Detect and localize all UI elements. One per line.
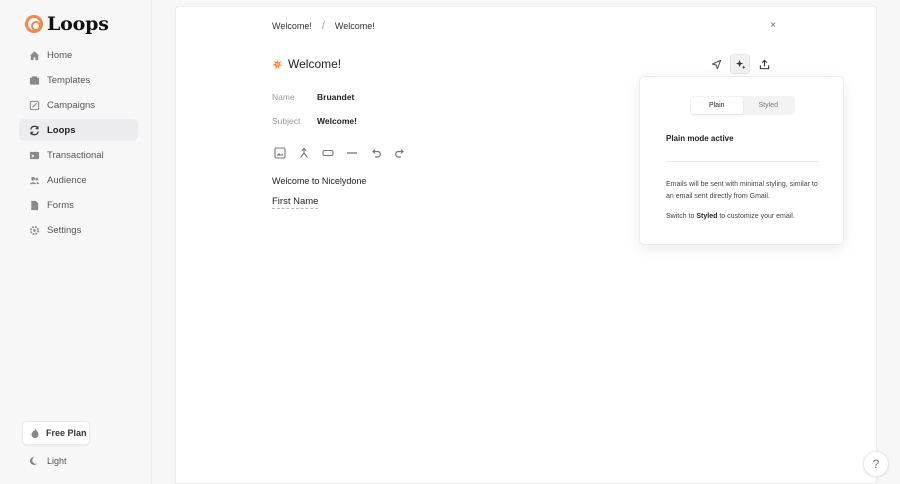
subject-value[interactable]: Welcome! — [317, 116, 357, 126]
free-plan-button[interactable]: Free Plan — [22, 421, 90, 445]
sidebar-item-label: Transactional — [47, 149, 104, 161]
templates-icon — [28, 74, 40, 86]
sidebar-item-settings[interactable]: Settings — [19, 219, 138, 241]
name-value[interactable]: Bruandet — [317, 92, 354, 102]
forms-icon — [28, 199, 40, 211]
sidebar-item-label: Forms — [47, 199, 74, 211]
image-icon[interactable] — [274, 147, 286, 159]
email-body-heading[interactable]: Welcome to Nicelydone — [272, 176, 366, 186]
email-body-merge-field[interactable]: First Name — [272, 196, 319, 209]
popover-description: Emails will be sent with minimal styling… — [666, 181, 818, 200]
close-button[interactable]: × — [767, 19, 779, 31]
style-mode-toggle: Plain Styled — [690, 96, 795, 115]
style-icon[interactable] — [730, 54, 750, 74]
loops-logo-icon — [25, 15, 43, 33]
sidebar-item-label: Loops — [47, 124, 76, 136]
style-mode-popover: Plain Styled Plain mode active Emails wi… — [639, 76, 844, 245]
transactional-icon — [28, 149, 40, 161]
switch-prefix: Switch to — [666, 213, 695, 220]
redo-icon[interactable] — [394, 147, 406, 159]
campaigns-icon — [28, 99, 40, 111]
sidebar-item-forms[interactable]: Forms — [19, 194, 138, 216]
sidebar-item-templates[interactable]: Templates — [19, 69, 138, 91]
subject-label: Subject — [272, 116, 301, 126]
sidebar-item-campaigns[interactable]: Campaigns — [19, 94, 138, 116]
sidebar-item-loops[interactable]: Loops — [19, 119, 138, 141]
tab-plain[interactable]: Plain — [691, 97, 743, 114]
undo-icon[interactable] — [370, 147, 382, 159]
popover-divider — [666, 161, 818, 162]
popover-switch-hint: Switch to Styled to customize your email… — [666, 213, 795, 220]
merge-tag-icon[interactable] — [298, 147, 310, 159]
sidebar-item-home[interactable]: Home — [19, 44, 138, 66]
popover-title: Plain mode active — [666, 134, 734, 143]
brand-name: Loops — [47, 13, 109, 35]
divider-icon[interactable] — [346, 147, 358, 159]
email-title-text[interactable]: Welcome! — [288, 57, 341, 71]
breadcrumb-email[interactable]: Welcome! — [335, 21, 375, 31]
sidebar-item-label: Home — [47, 49, 73, 61]
email-title: Welcome! — [272, 57, 341, 71]
editor-actions — [706, 54, 774, 74]
sidebar-item-audience[interactable]: Audience — [19, 169, 138, 191]
loops-icon — [28, 124, 40, 136]
sidebar-nav: Home Templates Campaigns Loops Transacti… — [19, 44, 138, 244]
switch-styled-link[interactable]: Styled — [696, 213, 717, 220]
theme-label: Light — [47, 456, 67, 466]
tab-styled[interactable]: Styled — [743, 97, 795, 114]
sidebar-item-label: Settings — [47, 224, 82, 236]
send-icon[interactable] — [706, 54, 726, 74]
switch-suffix: to customize your email. — [719, 213, 795, 220]
free-plan-label: Free Plan — [46, 428, 87, 438]
export-icon[interactable] — [754, 54, 774, 74]
sidebar-item-label: Campaigns — [47, 99, 96, 111]
sidebar: Loops Home Templates Campaigns Loops Tra… — [0, 0, 152, 484]
sidebar-item-transactional[interactable]: Transactional — [19, 144, 138, 166]
name-label: Name — [272, 92, 295, 102]
breadcrumb-separator: / — [321, 20, 325, 32]
breadcrumb: Welcome! / Welcome! — [272, 20, 375, 32]
button-icon[interactable] — [322, 147, 334, 159]
theme-toggle[interactable]: Light — [28, 456, 67, 466]
flame-icon — [31, 428, 39, 438]
sidebar-item-label: Templates — [47, 74, 91, 86]
settings-icon — [28, 224, 40, 236]
audience-icon — [28, 174, 40, 186]
moon-icon — [29, 456, 37, 465]
editor-toolbar — [274, 147, 406, 159]
home-icon — [28, 49, 40, 61]
brand-logo[interactable]: Loops — [25, 13, 109, 35]
breadcrumb-loop[interactable]: Welcome! — [272, 21, 312, 31]
help-button[interactable]: ? — [863, 451, 889, 477]
sidebar-item-label: Audience — [47, 174, 87, 186]
sparkle-emoji-icon — [272, 58, 283, 69]
